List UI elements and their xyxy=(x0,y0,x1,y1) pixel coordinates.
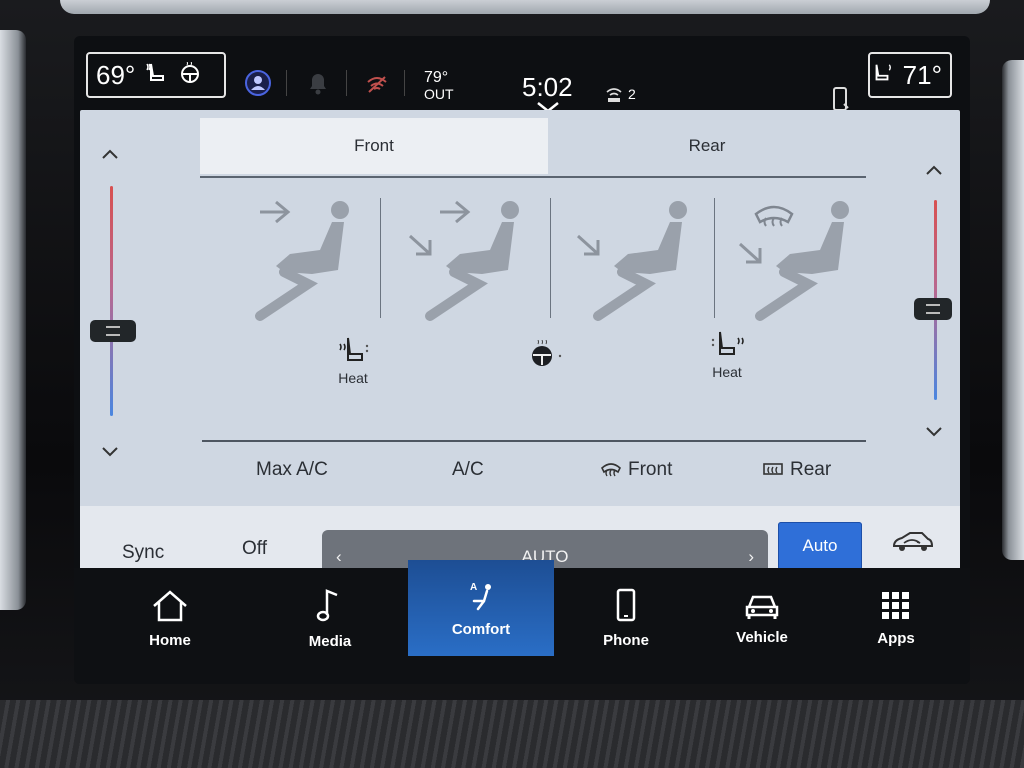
status-divider xyxy=(404,70,405,96)
passenger-temp-button[interactable]: 71° xyxy=(868,52,952,98)
driver-temp-down-button[interactable] xyxy=(98,442,122,462)
airflow-mode-face-floor[interactable] xyxy=(390,188,550,328)
heated-seat-icon xyxy=(871,62,893,89)
phone-icon xyxy=(616,588,636,621)
status-divider xyxy=(346,70,347,96)
heated-steering-wheel-icon xyxy=(532,340,562,366)
seated-person-arrow-floor-icon xyxy=(576,201,687,321)
driver-seat-heat-label: Heat xyxy=(338,370,368,386)
heated-seat-icon xyxy=(145,62,169,89)
home-icon xyxy=(153,589,187,621)
nav-vehicle-label: Vehicle xyxy=(736,628,788,646)
svg-text:A: A xyxy=(470,582,477,593)
passenger-temp-down-button[interactable] xyxy=(922,422,946,442)
outside-temp-label: OUT xyxy=(424,86,454,102)
mode-divider xyxy=(380,198,381,318)
rear-defrost-icon xyxy=(763,463,783,475)
tab-front[interactable]: Front xyxy=(200,118,548,174)
heated-steering-icon xyxy=(179,61,201,89)
outside-temp-value: 79° xyxy=(424,69,449,86)
tab-underline xyxy=(200,176,866,178)
passenger-temp-value: 71° xyxy=(902,59,942,90)
seat-comfort-icon: A xyxy=(470,582,491,610)
chrome-trim-right xyxy=(1002,60,1024,560)
nav-home-label: Home xyxy=(149,631,191,649)
rear-defrost-label: Rear xyxy=(790,459,832,480)
nav-media[interactable]: Media xyxy=(260,568,400,668)
dash-texture xyxy=(0,700,1024,768)
chrome-trim-top xyxy=(60,0,990,14)
rear-defrost-button[interactable]: Rear xyxy=(762,452,831,488)
driver-seat-heat-button[interactable]: Heat xyxy=(336,336,370,386)
climate-panel: Front Rear Heat Heat Max A/C A/C Front R… xyxy=(80,110,960,584)
front-defrost-button[interactable]: Front xyxy=(600,452,672,488)
ac-label: A/C xyxy=(452,459,484,480)
fan-decrease-button[interactable]: ‹ xyxy=(336,547,342,567)
passenger-seat-heat-button[interactable]: Heat xyxy=(710,330,744,380)
driver-temp-slider-handle[interactable] xyxy=(90,320,136,342)
nav-phone[interactable]: Phone xyxy=(556,568,696,668)
front-defrost-label: Front xyxy=(628,459,673,480)
nav-comfort[interactable]: A Comfort xyxy=(408,560,554,656)
wifi-off-icon xyxy=(366,74,388,99)
ac-button[interactable]: A/C xyxy=(452,452,484,488)
tab-rear[interactable]: Rear xyxy=(548,118,866,174)
apps-grid-icon xyxy=(882,591,909,619)
nav-phone-label: Phone xyxy=(603,631,649,649)
airflow-mode-face[interactable] xyxy=(220,188,380,328)
passenger-temp-slider-handle[interactable] xyxy=(914,298,952,320)
seated-person-arrow-face-floor-icon xyxy=(408,200,519,321)
heated-seat-icon xyxy=(339,337,369,361)
outside-temperature: 79° OUT xyxy=(424,69,454,103)
infotainment-screen: 69° 79° OUT 5:02 2 71° Front Rear Heat H… xyxy=(74,36,970,684)
sync-button[interactable]: Sync xyxy=(122,542,164,564)
heated-seat-icon xyxy=(711,331,744,355)
passenger-temp-up-button[interactable] xyxy=(922,160,946,180)
heated-steering-button[interactable] xyxy=(528,340,564,368)
status-divider xyxy=(286,70,287,96)
chrome-trim-left xyxy=(0,30,26,610)
nav-vehicle[interactable]: Vehicle xyxy=(692,568,832,668)
section-divider xyxy=(202,440,866,442)
fan-increase-button[interactable]: › xyxy=(748,547,754,567)
driver-temp-up-button[interactable] xyxy=(98,144,122,164)
wireless-hotspot-icon[interactable] xyxy=(604,86,624,109)
seated-person-defrost-floor-icon xyxy=(738,201,849,321)
clock[interactable]: 5:02 xyxy=(522,72,573,103)
front-defrost-icon xyxy=(601,463,621,477)
music-note-icon xyxy=(316,588,338,621)
car-icon xyxy=(745,595,779,619)
mode-divider xyxy=(714,198,715,318)
nav-apps-label: Apps xyxy=(877,629,915,647)
status-bar: 69° 79° OUT 5:02 2 71° xyxy=(74,36,970,113)
bottom-navigation: Home Media A Comfort Phone Vehicle Apps xyxy=(74,560,970,684)
airflow-mode-defrost-floor[interactable] xyxy=(720,188,880,328)
nav-comfort-label: Comfort xyxy=(451,620,511,638)
driver-temp-value: 69° xyxy=(96,59,136,90)
nav-media-label: Media xyxy=(308,632,352,650)
nav-apps[interactable]: Apps xyxy=(826,568,966,668)
max-ac-button[interactable]: Max A/C xyxy=(256,452,328,488)
airflow-mode-floor[interactable] xyxy=(558,188,718,328)
nav-home[interactable]: Home xyxy=(100,568,240,668)
hotspot-device-count: 2 xyxy=(628,86,636,102)
passenger-seat-heat-label: Heat xyxy=(712,364,742,380)
recirculation-car-icon xyxy=(892,532,934,551)
recirculation-button[interactable] xyxy=(890,530,934,559)
max-ac-label: Max A/C xyxy=(256,459,328,480)
driver-temp-button[interactable]: 69° xyxy=(86,52,226,98)
driver-temp-slider[interactable] xyxy=(110,186,113,416)
mode-divider xyxy=(550,198,551,318)
notification-bell-icon[interactable] xyxy=(306,70,330,101)
auto-climate-button[interactable]: Auto xyxy=(778,522,862,570)
driver-profile-icon[interactable] xyxy=(244,69,272,102)
fan-off-button[interactable]: Off xyxy=(242,538,267,560)
seated-person-arrow-face-icon xyxy=(255,200,349,321)
